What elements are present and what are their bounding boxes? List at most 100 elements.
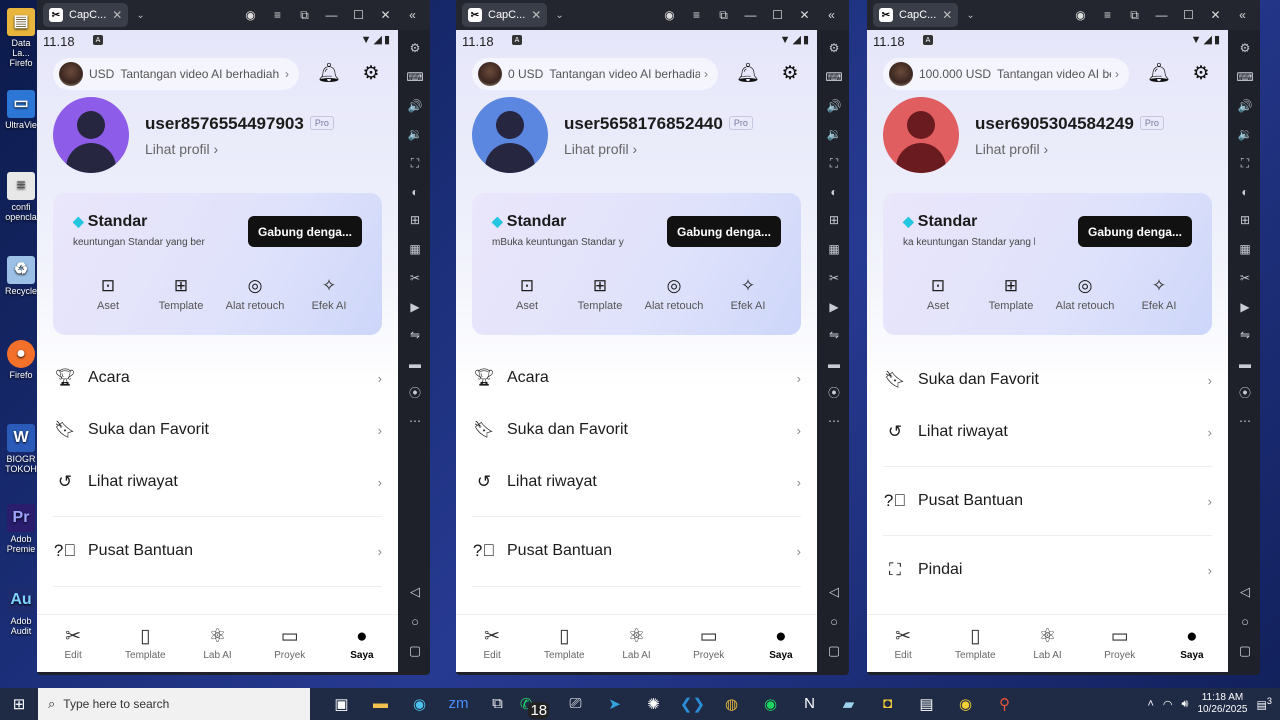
desktop-icon-recycle-bin[interactable]: ♻ Recycle [4,256,38,296]
bell-icon[interactable]: 🔔︎ [1147,63,1171,85]
volume-icon[interactable]: 🔊︎ [1182,698,1189,711]
minimize-icon[interactable]: — [737,8,764,22]
back-icon[interactable]: ◁ [829,584,839,600]
feature-ai-effects[interactable]: ✧ Efek AI [291,276,367,312]
more-icon[interactable]: ⋯ [409,407,421,436]
location-tool-icon[interactable]: ◐ [1241,177,1248,206]
spotify-icon[interactable]: ◉ [751,695,790,713]
join-button[interactable]: Gabung denga... [1078,216,1192,247]
menu-icon[interactable]: ≡ [264,8,291,22]
feature-retouch[interactable]: ◎ Alat retouch [1047,276,1123,312]
view-profile-link[interactable]: Lihat profil › [564,141,637,157]
volume-down-icon[interactable]: 🔉 [827,120,842,149]
nav-template[interactable]: ▯ Template [528,615,600,672]
screenshot-icon[interactable]: ⛶ [411,149,419,178]
location-tool-icon[interactable]: ◐ [411,177,418,206]
popout-icon[interactable]: ⧉ [291,8,318,23]
menu-item-scan[interactable]: ⛶ Pindai › [883,550,1212,590]
chrome-icon[interactable]: ◍ [712,695,751,713]
emulator-tab[interactable]: ✂ CapC... ✕ [873,3,959,27]
folder-tool-icon[interactable]: ▬ [828,350,840,379]
windows-start-icon[interactable]: ⊞ [0,695,38,713]
close-icon[interactable]: ✕ [372,8,399,22]
user-icon[interactable]: ◉ [1067,8,1094,22]
cut-icon[interactable]: ✂ [410,264,420,293]
nav-profile[interactable]: ● Saya [745,615,817,672]
join-button[interactable]: Gabung denga... [248,216,362,247]
install-apk-icon[interactable]: ⊞ [1240,206,1250,235]
close-tab-icon[interactable]: ✕ [531,8,541,22]
file-explorer-icon[interactable]: ▬ [361,695,400,713]
settings-icon[interactable]: ⚙ [1190,63,1212,85]
collapse-sidebar-icon[interactable]: « [1229,8,1256,22]
emulator-tab[interactable]: ✂ CapC... ✕ [43,3,129,27]
maximize-icon[interactable]: ☐ [1175,8,1202,22]
chevron-down-icon[interactable]: ⌄ [966,10,974,21]
nav-profile[interactable]: ● Saya [326,615,398,672]
feature-ai-effects[interactable]: ✧ Efek AI [710,276,786,312]
close-icon[interactable]: ✕ [1202,8,1229,22]
maximize-icon[interactable]: ☐ [345,8,372,22]
join-button[interactable]: Gabung denga... [667,216,781,247]
feature-assets[interactable]: ⊡ Aset [900,276,976,312]
menu-item-events[interactable]: 🏆︎ Acara › [53,358,382,398]
settings-icon[interactable]: ⚙ [779,63,801,85]
cut-icon[interactable]: ✂ [829,264,839,293]
menu-item-likes-favorites[interactable]: 🔖︎ Suka dan Favorit › [472,410,801,450]
menu-icon[interactable]: ≡ [683,8,710,22]
user-icon[interactable]: ◉ [237,8,264,22]
avatar[interactable] [472,97,548,173]
menu-icon[interactable]: ≡ [1094,8,1121,22]
view-profile-link[interactable]: Lihat profil › [975,141,1048,157]
openai-icon[interactable]: ✺ [634,695,673,713]
store-icon[interactable]: ▣ [322,695,361,713]
menu-item-help-center[interactable]: ?⃝ Pusat Bantuan › [883,481,1212,521]
feature-retouch[interactable]: ◎ Alat retouch [636,276,712,312]
app-yellow-icon[interactable]: ◘ [868,695,907,713]
feature-assets[interactable]: ⊡ Aset [70,276,146,312]
screenshot-icon[interactable]: ⛶ [830,149,838,178]
more-icon[interactable]: ⋯ [828,407,840,436]
gps-icon[interactable]: ⦿ [409,378,421,407]
close-icon[interactable]: ✕ [791,8,818,22]
popout-icon[interactable]: ⧉ [1121,8,1148,23]
notion-icon[interactable]: N [790,695,829,713]
feature-assets[interactable]: ⊡ Aset [489,276,565,312]
keyboard-icon[interactable]: ⌨ [406,63,423,92]
record-icon[interactable]: ▶ [829,292,838,321]
sync-icon[interactable]: ⇋ [1240,321,1250,350]
menu-item-events[interactable]: 🏆︎ Acara › [472,358,801,398]
gps-icon[interactable]: ⦿ [1239,378,1251,407]
remote-icon[interactable]: ⎚ [556,695,595,713]
window-icon[interactable]: ▤ [907,695,946,713]
menu-item-history[interactable]: ↺ Lihat riwayat › [883,412,1212,452]
popout-icon[interactable]: ⧉ [710,8,737,23]
back-icon[interactable]: ◁ [410,584,420,600]
menu-item-history[interactable]: ↺ Lihat riwayat › [472,462,801,502]
vscode-icon[interactable]: ❮❯ [673,695,712,713]
close-tab-icon[interactable]: ✕ [112,8,122,22]
sync-icon[interactable]: ⇋ [410,321,420,350]
home-icon[interactable]: ○ [830,614,838,629]
clock[interactable]: 11:18 AM 10/26/2025 [1197,692,1247,716]
recents-icon[interactable]: ▢ [1239,643,1251,659]
whatsapp-icon[interactable]: ✆18 [517,695,556,719]
home-icon[interactable]: ○ [411,614,419,629]
menu-item-history[interactable]: ↺ Lihat riwayat › [53,462,382,502]
taskbar-search[interactable]: ⌕ Type here to search [38,688,310,720]
sync-icon[interactable]: ⇋ [829,321,839,350]
desktop-icon-ultraviewer[interactable]: ▭ UltraVie [4,90,38,130]
desktop-icon-word-doc[interactable]: W BIOGR TOKOH [4,424,38,474]
volume-up-icon[interactable]: 🔊 [827,91,842,120]
collapse-sidebar-icon[interactable]: « [818,8,845,22]
network-icon[interactable]: ◠ [1163,698,1173,711]
nav-project[interactable]: ▭ Proyek [673,615,745,672]
keyboard-icon[interactable]: ⌨ [1236,63,1253,92]
feature-template[interactable]: ⊞ Template [562,276,638,312]
nav-project[interactable]: ▭ Proyek [1084,615,1156,672]
volume-up-icon[interactable]: 🔊 [408,91,423,120]
maximize-icon[interactable]: ☐ [764,8,791,22]
nav-lab-ai[interactable]: ⚛ Lab AI [181,615,253,672]
view-profile-link[interactable]: Lihat profil › [145,141,218,157]
chevron-down-icon[interactable]: ⌄ [555,10,563,21]
